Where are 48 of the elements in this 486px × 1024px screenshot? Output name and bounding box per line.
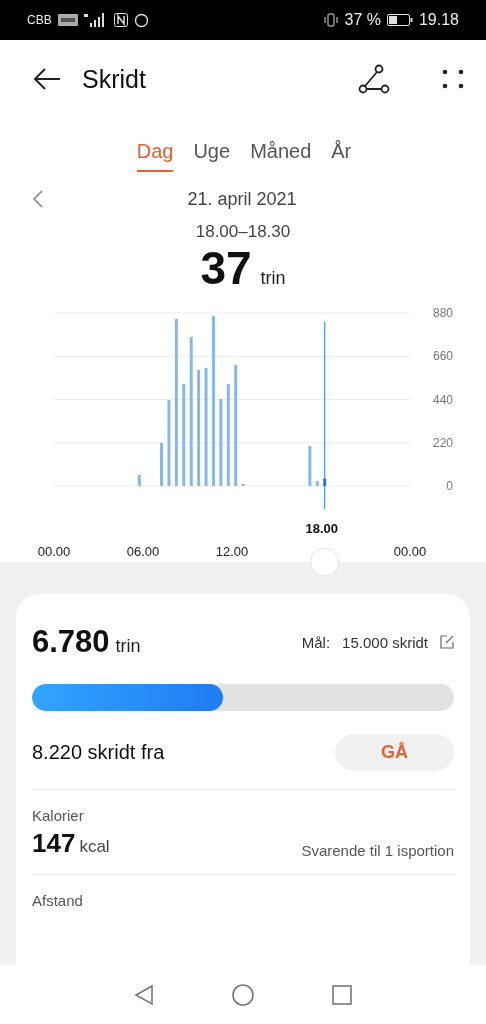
date-label: 21. april 2021 [186,188,298,210]
clock-time: 19.18 [418,11,459,29]
previous-day-button[interactable] [32,189,44,209]
back-button[interactable] [32,67,62,91]
chart-bar [308,445,312,486]
axis-label: 12.00 [215,544,249,559]
step-unit: trin [260,268,286,289]
metric-value: 147 [32,828,76,859]
axis-label: 660 [432,349,453,364]
page-title: Skridt [82,64,147,94]
metric-note: Svarende til 1 isportion [301,842,454,859]
time-range: 18.00–18.30 [195,222,291,242]
battery-icon [386,14,413,26]
axis-label: 220 [432,435,453,450]
chart-bar [160,442,164,486]
edit-icon[interactable] [440,635,454,649]
steps-unit: trin [115,636,141,657]
axis-label: 440 [432,392,453,407]
daily-steps: 6.780 [32,624,110,660]
period-tab[interactable]: Uge [193,140,231,172]
period-tab[interactable]: År [331,140,352,172]
carrier-name: CBB [27,13,52,27]
period-tab[interactable]: Måned [250,140,312,172]
metric-unit: kcal [79,837,110,857]
goal-label: Mål: [301,633,331,651]
goal-value: 15.000 skridt [342,633,428,651]
more-icon[interactable] [442,69,464,89]
nfc-icon [113,13,128,27]
metric-label: Afstand [32,892,84,909]
selected-time-label: 18.00 [305,521,338,536]
chart-bar [137,475,141,486]
axis-label: 00.00 [393,544,427,559]
vibrate-icon [324,13,339,27]
remaining-steps: 8.220 skridt fra [32,741,165,764]
chart-bar [315,481,319,486]
axis-label: 0 [446,479,453,493]
recents-nav-icon[interactable] [331,983,353,1006]
step-count: 37 [200,242,252,294]
axis-label: 00.00 [37,544,71,559]
battery-percent: 37 % [344,11,381,29]
slider-handle[interactable] [310,547,340,577]
back-nav-icon[interactable] [133,983,155,1006]
axis-label: 880 [432,306,453,320]
route-icon[interactable] [358,64,390,94]
axis-label: 06.00 [126,544,160,559]
chart-bar [323,478,327,486]
home-nav-icon[interactable] [231,982,255,1007]
metric-label: Kalorier [32,807,85,824]
